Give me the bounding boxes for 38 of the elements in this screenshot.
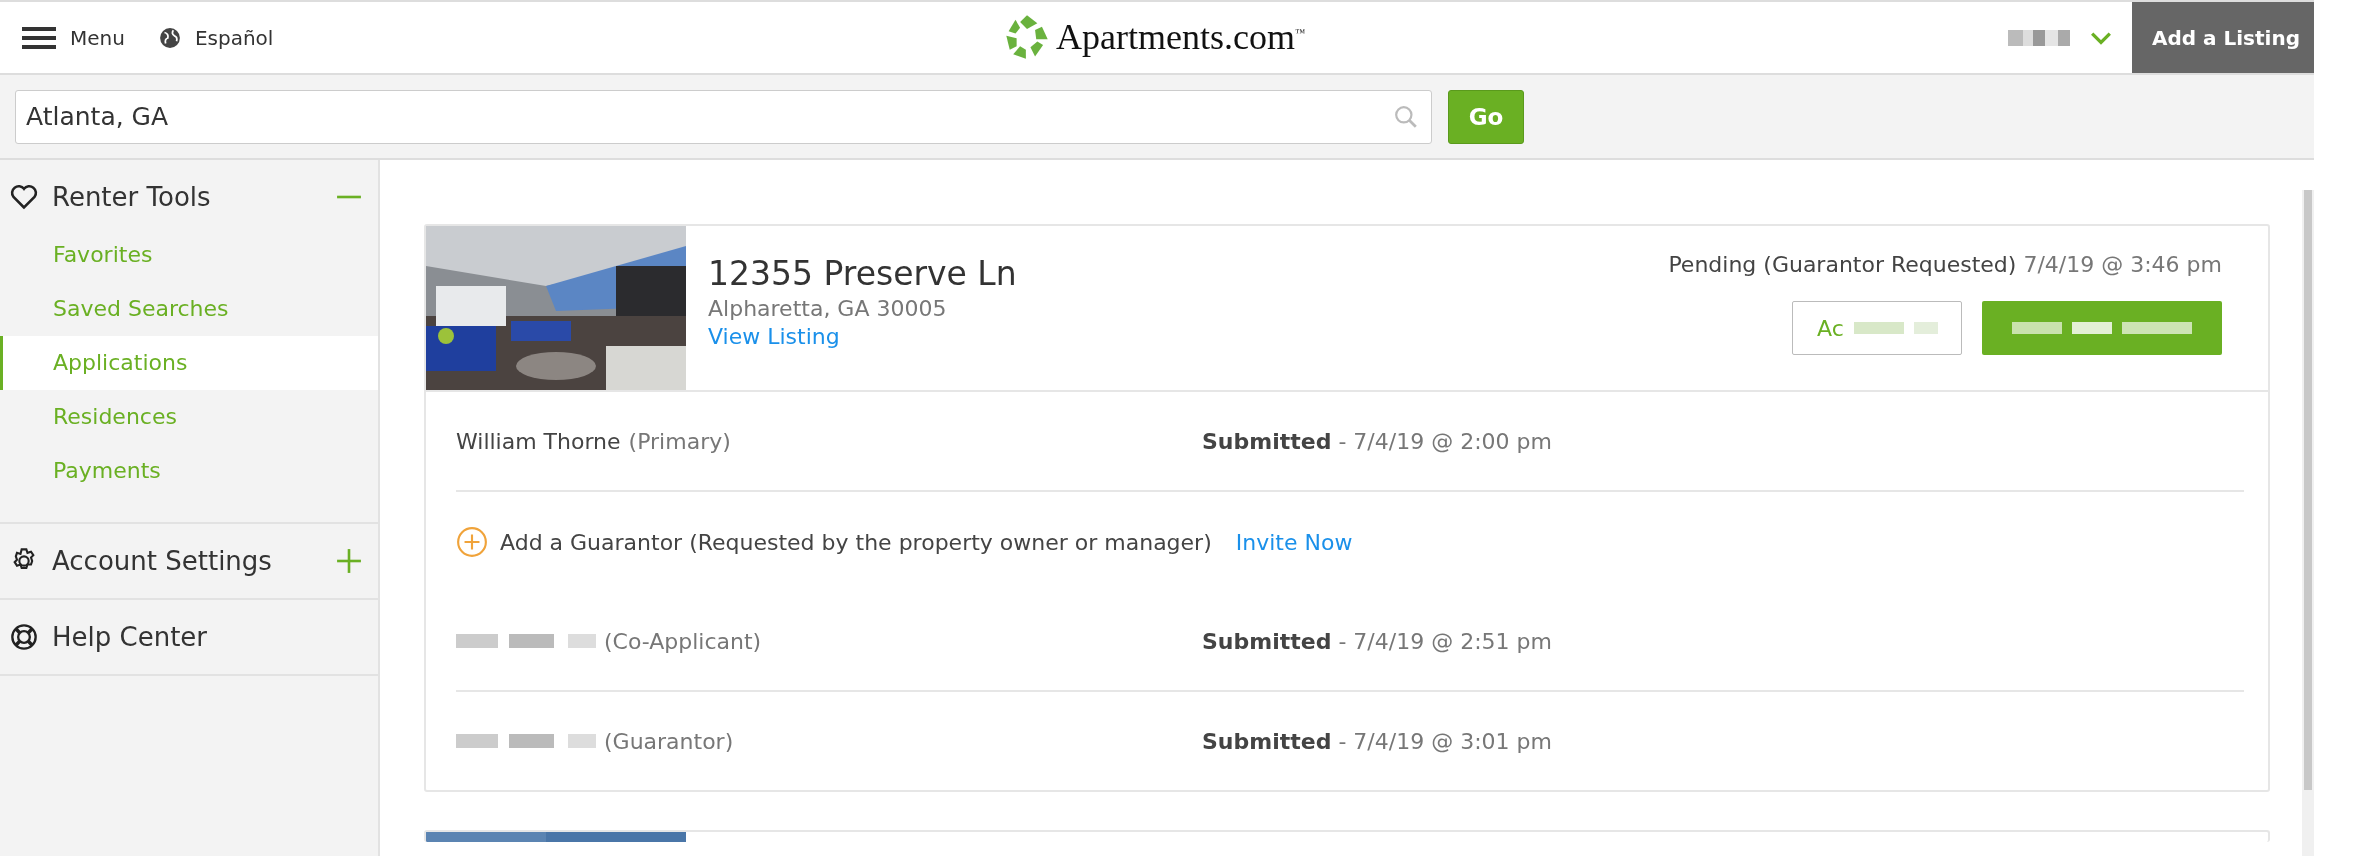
application-action-button[interactable]: Ac xyxy=(1792,301,1962,355)
sidebar-item[interactable]: Saved Searches xyxy=(0,282,378,336)
submission-status: Submitted - 7/4/19 @ 2:51 pm xyxy=(1202,628,1552,654)
globe-icon xyxy=(158,26,181,49)
add-circle-icon xyxy=(456,526,488,558)
language-link[interactable]: Español xyxy=(158,25,274,50)
chevron-down-icon[interactable] xyxy=(2090,30,2112,45)
scrollbar[interactable] xyxy=(2302,190,2314,856)
menu-icon xyxy=(22,25,56,50)
view-listing-link[interactable]: View Listing xyxy=(708,324,1017,349)
applicant-role: (Primary) xyxy=(628,428,731,454)
property-city: Alpharetta, GA 30005 xyxy=(708,296,948,321)
expand-icon[interactable] xyxy=(336,548,362,574)
sidebar-item[interactable]: Payments xyxy=(0,444,378,498)
logo-text: Apartments.com$^{™}$ xyxy=(1056,16,1305,58)
invite-now-link[interactable]: Invite Now xyxy=(1235,529,1353,555)
search-icon xyxy=(1394,104,1418,129)
heart-icon xyxy=(10,183,38,211)
menu-button[interactable]: Menu xyxy=(22,25,125,50)
application-status: Pending (Guarantor Requested) 7/4/19 @ 3:46 pm xyxy=(1668,252,2222,277)
lifebuoy-icon xyxy=(10,623,38,651)
blurred-user-name xyxy=(2008,29,2070,46)
add-listing-button[interactable]: Add a Listing xyxy=(2132,2,2314,73)
primary-action-button[interactable] xyxy=(1982,301,2222,355)
sidebar-item[interactable]: Applications xyxy=(0,336,378,390)
submission-status: Submitted - 7/4/19 @ 2:00 pm xyxy=(1202,428,1552,454)
sidebar-heading[interactable]: Account Settings xyxy=(0,524,378,598)
property-address: 12355 Preserve Ln xyxy=(708,254,1017,293)
search-field[interactable]: Atlanta, GA xyxy=(15,89,1432,144)
add-guarantor-text: Add a Guarantor (Requested by the property owner or manager) xyxy=(500,529,1212,555)
applicant-name: William Thorne xyxy=(456,428,621,454)
applicant-role: (Guarantor) xyxy=(604,728,734,754)
submission-status: Submitted - 7/4/19 @ 3:01 pm xyxy=(1202,728,1552,754)
logo-icon xyxy=(1004,14,1050,60)
go-button[interactable]: Go xyxy=(1448,89,1524,144)
sidebar-item[interactable]: Residences xyxy=(0,390,378,444)
applicant-role: (Co-Applicant) xyxy=(604,628,762,654)
sidebar-heading[interactable]: Help Center xyxy=(0,600,378,674)
